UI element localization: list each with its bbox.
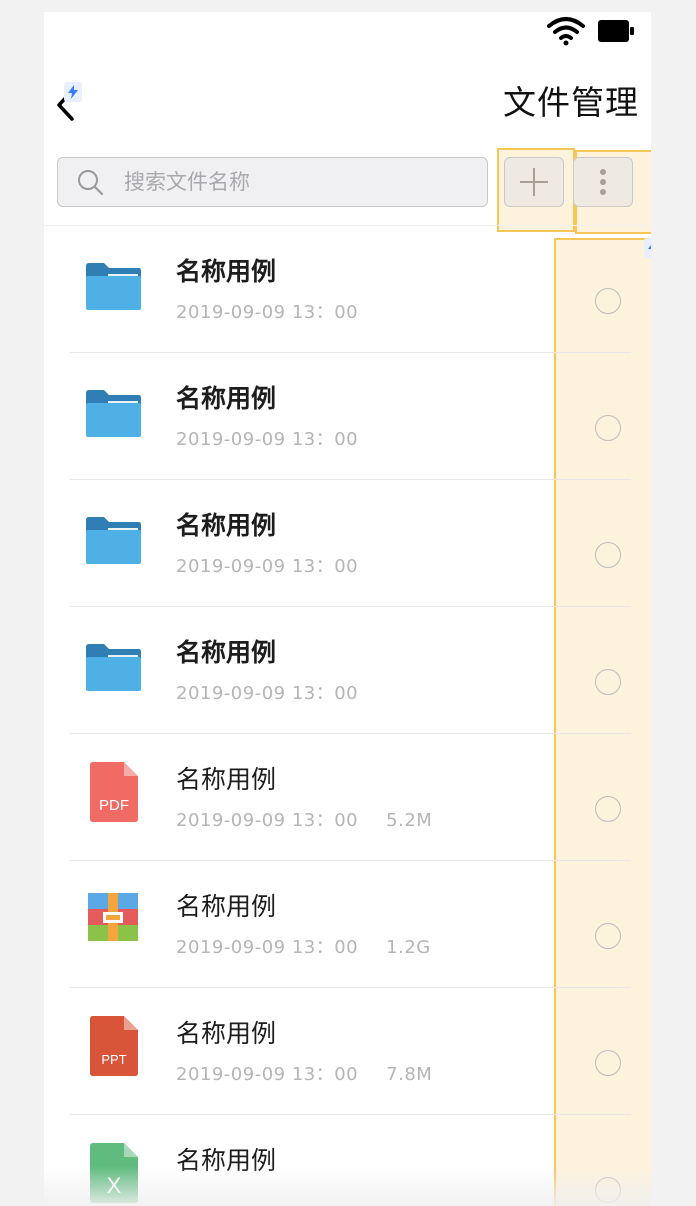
- select-radio[interactable]: [595, 1050, 621, 1076]
- file-date: 2019-09-09 13：00: [176, 429, 359, 450]
- file-date: 2019-09-09 13：00: [176, 1064, 359, 1085]
- file-meta: 2019-09-09 13：00: [176, 552, 358, 578]
- file-name: 名称用例: [176, 511, 277, 540]
- file-row[interactable]: PPT 名称用例 2019-09-09 13：00 7.8M: [44, 988, 651, 1115]
- pdf-file-icon: PDF: [84, 762, 142, 826]
- status-bar: [547, 16, 635, 46]
- select-radio[interactable]: [595, 669, 621, 695]
- excel-file-icon: X: [84, 1143, 142, 1206]
- file-name: 名称用例: [176, 1019, 277, 1048]
- file-meta: 2019-09-09 13：00: [176, 298, 358, 324]
- select-radio[interactable]: [595, 923, 621, 949]
- folder-icon: [84, 635, 142, 699]
- select-radio[interactable]: [595, 542, 621, 568]
- file-date: 2019-09-09 13：00: [176, 937, 359, 958]
- file-date: 2019-09-09 13：00: [176, 683, 359, 704]
- archive-file-icon: [84, 889, 142, 953]
- file-size: 7.8M: [386, 1064, 433, 1085]
- more-button[interactable]: [573, 157, 633, 207]
- file-meta: 2019-09-09 13：00: [176, 679, 358, 705]
- svg-text:PPT: PPT: [101, 1052, 126, 1067]
- file-meta: 2019-09-09 13：00 5.2M: [176, 806, 432, 832]
- svg-text:PDF: PDF: [99, 797, 129, 814]
- add-button[interactable]: [504, 157, 564, 207]
- file-size: 5.2M: [386, 810, 433, 831]
- file-name: 名称用例: [176, 384, 277, 413]
- file-size: 1.2G: [386, 937, 431, 958]
- select-radio[interactable]: [595, 1177, 621, 1203]
- file-meta: 2019-09-09 13：00 7.8M: [176, 1060, 432, 1086]
- battery-icon: [597, 18, 635, 44]
- file-date: 2019-09-09 13：00: [176, 302, 359, 323]
- file-date: 2019-09-09 13：00: [176, 556, 359, 577]
- folder-icon: [84, 508, 142, 572]
- file-name: 名称用例: [176, 257, 277, 286]
- file-name: 名称用例: [176, 892, 277, 921]
- file-row[interactable]: X 名称用例: [44, 1115, 651, 1206]
- file-row[interactable]: 名称用例 2019-09-09 13：00: [44, 607, 651, 734]
- search-icon: [78, 170, 104, 196]
- file-list: 名称用例 2019-09-09 13：00 名称用例 2019-09-09 13…: [44, 226, 651, 1206]
- file-row[interactable]: 名称用例 2019-09-09 13：00: [44, 226, 651, 353]
- select-radio[interactable]: [595, 796, 621, 822]
- more-vertical-icon: [600, 169, 606, 195]
- phone-screen: 文件管理 名称用例 2019-09-09: [44, 12, 651, 1206]
- search-box[interactable]: [57, 157, 488, 207]
- wifi-icon: [547, 16, 585, 46]
- file-date: 2019-09-09 13：00: [176, 810, 359, 831]
- file-row[interactable]: 名称用例 2019-09-09 13：00: [44, 353, 651, 480]
- folder-icon: [84, 381, 142, 445]
- svg-text:X: X: [107, 1173, 122, 1198]
- plus-icon: [520, 168, 548, 196]
- file-row[interactable]: 名称用例 2019-09-09 13：00: [44, 480, 651, 607]
- file-name: 名称用例: [176, 638, 277, 667]
- file-name: 名称用例: [176, 1146, 277, 1175]
- page-title: 文件管理: [503, 83, 639, 122]
- ppt-file-icon: PPT: [84, 1016, 142, 1080]
- file-name: 名称用例: [176, 765, 277, 794]
- file-row[interactable]: 名称用例 2019-09-09 13：00 1.2G: [44, 861, 651, 988]
- search-input[interactable]: [122, 169, 426, 195]
- select-radio[interactable]: [595, 288, 621, 314]
- lightning-badge-icon: [64, 82, 82, 102]
- folder-icon: [84, 254, 142, 318]
- select-radio[interactable]: [595, 415, 621, 441]
- file-row[interactable]: PDF 名称用例 2019-09-09 13：00 5.2M: [44, 734, 651, 861]
- file-meta: 2019-09-09 13：00: [176, 425, 358, 451]
- file-meta: 2019-09-09 13：00 1.2G: [176, 933, 431, 959]
